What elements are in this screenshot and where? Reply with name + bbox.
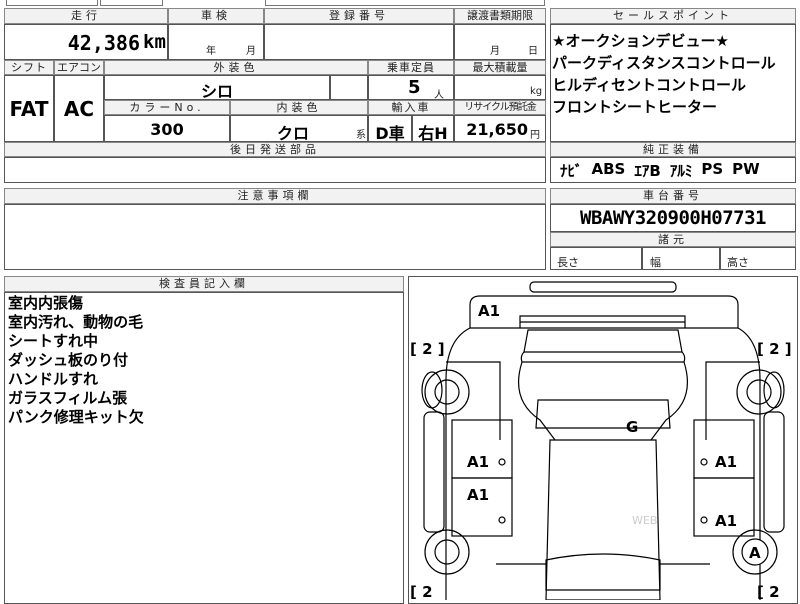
inspector-line: ガラスフィルム張 <box>8 389 128 407</box>
sales-point-line: フロントシートヒーター <box>552 98 718 116</box>
mark-roof: G <box>626 418 638 436</box>
equipment-item: ﾅﾋﾞ <box>560 162 583 180</box>
top-strip-left <box>6 0 98 6</box>
capacity-value: 5 <box>408 77 421 98</box>
mark-right-front-door: A1 <box>715 453 737 471</box>
inspector-line: シートすれ中 <box>8 332 99 350</box>
notes-cell <box>4 204 546 270</box>
import-type-value: D車 <box>375 124 405 143</box>
interior-color-header: 内装色 <box>230 100 368 115</box>
shift-header: シフト <box>4 60 54 75</box>
import-car-header: 輸入車 <box>368 100 454 115</box>
inspector-line: 室内汚れ、動物の毛 <box>8 313 144 331</box>
car-diagram: A1 G A1 A1 A1 A1 A [ 2 ] [ 2 ] [ 2 [ 2 W… <box>410 281 792 600</box>
equipment-item: ｱﾙﾐ <box>669 162 693 180</box>
inspection-year-label: 年 <box>206 46 216 57</box>
dim-width-label: 幅 <box>650 256 661 269</box>
chassis-number: WBAWY320900H07731 <box>580 207 766 229</box>
mark-left-front-door: A1 <box>467 453 489 471</box>
inspector-line: ダッシュ板のり付 <box>8 351 129 369</box>
max-load-unit: kg <box>530 86 543 97</box>
parts-shipped-cell <box>4 157 546 183</box>
sales-points-header: セールスポイント <box>550 8 796 24</box>
front-bumper-outline <box>529 281 677 293</box>
equipment-item: ｴｱB <box>634 162 661 180</box>
aircon-value: AC <box>63 97 95 121</box>
aircon-header: エアコン <box>54 60 104 75</box>
exterior-color-value: シロ <box>200 82 233 101</box>
inspector-list: 室内内張傷 室内汚れ、動物の毛 シートすれ中 ダッシュ板のり付 ハンドルすれ ガ… <box>8 294 398 427</box>
mileage-unit: km <box>143 31 166 53</box>
capacity-unit: 人 <box>434 90 444 101</box>
max-load-header: 最大積載量 <box>454 60 546 75</box>
tire-label-rear-right: [ 2 <box>757 583 780 600</box>
capacity-header: 乗車定員 <box>368 60 454 75</box>
inspector-line: 室内内張傷 <box>8 294 84 312</box>
color-no-header: カラーNo. <box>104 100 230 115</box>
equipment-header: 純正装備 <box>550 142 796 157</box>
mileage-header: 走行 <box>4 8 168 24</box>
tire-label-rear-left: [ 2 <box>410 583 433 600</box>
tire-label-front-right: [ 2 ] <box>757 340 792 358</box>
inspector-line: パンク修理キット欠 <box>8 408 144 426</box>
sales-points-list: ★オークションデビュー★ パークディスタンスコントロール ヒルディセントコントロ… <box>552 30 796 118</box>
exterior-color-header: 外装色 <box>104 60 368 75</box>
top-strip-mid <box>100 0 163 6</box>
dim-height-label: 高さ <box>727 256 749 269</box>
recycle-fee-header: リサイクル預託金 <box>454 100 546 115</box>
front-windshield <box>523 329 683 353</box>
tire-label-front-left: [ 2 ] <box>410 340 445 358</box>
front-right-wheel <box>736 369 782 415</box>
inspection-header: 車検 <box>168 8 264 24</box>
registration-header: 登録番号 <box>264 8 454 24</box>
equipment-list: ﾅﾋﾞ ABS ｴｱB ｱﾙﾐ PS PW <box>560 160 760 181</box>
equipment-item: PW <box>732 160 760 178</box>
interior-color-value: クロ <box>276 124 309 143</box>
mark-left-rear-door: A1 <box>467 486 489 504</box>
equipment-item: ABS <box>591 160 626 178</box>
color-no-value: 300 <box>150 120 184 139</box>
sales-point-line: ★オークションデビュー★ <box>552 32 729 50</box>
inspector-header: 検査員記入欄 <box>4 276 404 292</box>
chassis-header: 車台番号 <box>550 188 796 204</box>
mark-right-rear-door: A1 <box>715 512 737 530</box>
recycle-fee-value: 21,650 <box>466 120 528 139</box>
sales-point-line: パークディスタンスコントロール <box>552 54 776 72</box>
sales-point-line: ヒルディセントコントロール <box>552 76 746 94</box>
transfer-deadline-header: 譲渡書類期限 <box>454 8 546 24</box>
dim-length-label: 長さ <box>557 256 579 269</box>
interior-color-unit: 系 <box>356 130 366 141</box>
rear-window <box>545 553 661 591</box>
hood-panel <box>469 295 739 329</box>
dimensions-header: 諸元 <box>550 232 796 247</box>
mark-hood: A1 <box>478 302 500 320</box>
import-handle-value: 右H <box>418 124 448 143</box>
parts-shipped-header: 後日発送部品 <box>4 142 546 157</box>
inspection-month-label: 月 <box>246 46 256 57</box>
rear-left-wheel <box>424 529 470 575</box>
mileage-value: 42,386 <box>67 31 140 55</box>
transfer-day-label: 日 <box>528 46 538 57</box>
watermark: WEB <box>632 514 657 527</box>
mark-rear-right-wheel: A <box>749 544 761 562</box>
notes-header: 注意事項欄 <box>4 188 546 204</box>
shift-value: FAT <box>9 97 49 121</box>
transfer-month-label: 月 <box>490 46 500 57</box>
roof-panel <box>535 399 671 429</box>
front-left-wheel <box>424 369 470 415</box>
registration-cell <box>264 24 454 60</box>
recycle-fee-unit: 円 <box>530 130 540 141</box>
inspector-line: ハンドルすれ <box>8 370 99 388</box>
top-strip-mid2 <box>265 0 545 6</box>
exterior-color-extra-cell <box>330 75 368 100</box>
equipment-item: PS <box>701 160 724 178</box>
